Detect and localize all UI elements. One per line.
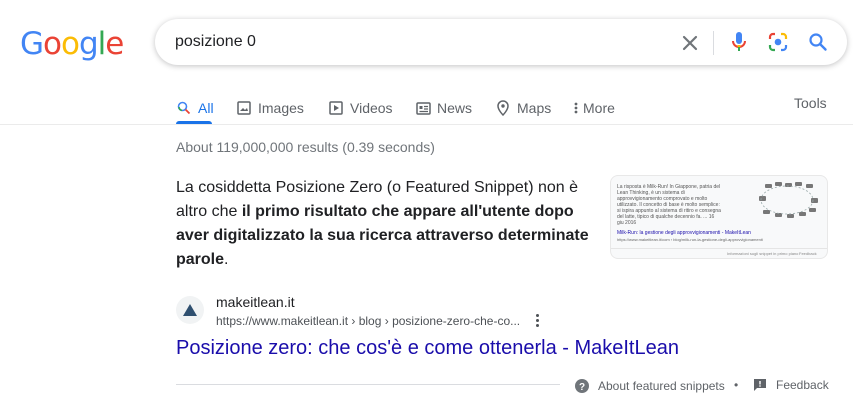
- logo-letter: e: [105, 26, 124, 62]
- feedback-button[interactable]: Feedback: [753, 378, 829, 392]
- logo-letter: G: [20, 26, 44, 62]
- search-input[interactable]: posizione 0: [175, 33, 256, 51]
- search-icon[interactable]: [806, 30, 830, 54]
- tab-maps[interactable]: Maps: [495, 94, 551, 122]
- video-icon: [328, 100, 344, 116]
- tab-label: Videos: [350, 100, 393, 116]
- tab-label: Maps: [517, 100, 552, 116]
- footer-separator: •: [734, 378, 739, 392]
- result-title-link[interactable]: Posizione zero: che cos'è e come ottener…: [176, 337, 679, 360]
- snippet-trail: .: [224, 251, 229, 268]
- milk-run-diagram: [759, 182, 818, 218]
- about-featured-snippets[interactable]: ? About featured snippets: [574, 378, 725, 394]
- tab-label: Images: [258, 100, 304, 116]
- image-icon: [236, 100, 252, 116]
- feedback-label: Feedback: [776, 378, 829, 392]
- camera-lens-icon[interactable]: [766, 30, 790, 54]
- thumbnail-footer: Informazioni sugli snippet in primo pian…: [611, 248, 827, 258]
- logo-letter: l: [97, 26, 107, 62]
- site-name: makeitlean.it: [216, 294, 295, 310]
- logo-letter: o: [61, 26, 80, 62]
- featured-snippet-text: La cosiddetta Posizione Zero (o Featured…: [176, 176, 596, 272]
- tab-all[interactable]: All: [176, 94, 214, 122]
- map-pin-icon: [495, 100, 511, 116]
- help-icon: ?: [574, 378, 590, 394]
- svg-text:?: ?: [579, 382, 585, 393]
- google-logo[interactable]: Google: [20, 26, 124, 62]
- search-divider: [713, 31, 714, 55]
- header-divider: [0, 124, 853, 125]
- tab-news[interactable]: News: [415, 94, 472, 122]
- tab-images[interactable]: Images: [236, 94, 304, 122]
- logo-letter: o: [43, 26, 62, 62]
- thumbnail-text: La risposta è Milk-Run! In Giappone, pat…: [617, 184, 721, 226]
- news-icon: [415, 100, 431, 116]
- more-options-icon[interactable]: [531, 312, 543, 328]
- tab-more[interactable]: More: [573, 94, 615, 122]
- feedback-icon: [753, 378, 767, 392]
- site-favicon: [176, 296, 204, 324]
- search-box[interactable]: posizione 0: [155, 19, 847, 65]
- tab-label: All: [198, 100, 214, 116]
- logo-letter: g: [78, 26, 99, 62]
- search-icon: [176, 100, 192, 116]
- microphone-icon[interactable]: [727, 30, 751, 54]
- thumbnail-link[interactable]: Milk-Run: la gestione degli approvvigion…: [617, 230, 817, 236]
- more-vert-icon: [573, 100, 579, 116]
- close-icon[interactable]: [679, 32, 701, 54]
- about-label: About featured snippets: [598, 379, 725, 393]
- result-stats: About 119,000,000 results (0.39 seconds): [176, 139, 435, 155]
- snippet-thumbnail[interactable]: La risposta è Milk-Run! In Giappone, pat…: [610, 175, 828, 259]
- tab-label: News: [437, 100, 473, 116]
- thumbnail-url: https://www.makeitlean.it/com › blog/mil…: [617, 237, 763, 242]
- tab-videos[interactable]: Videos: [328, 94, 393, 122]
- site-url: https://www.makeitlean.it › blog › posiz…: [216, 314, 521, 328]
- tab-label: More: [583, 100, 615, 116]
- snippet-divider: [176, 384, 560, 385]
- thumbnail-footer-feedback[interactable]: Feedback: [799, 251, 817, 256]
- thumbnail-footer-about[interactable]: Informazioni sugli snippet in primo pian…: [727, 251, 798, 256]
- tools-button[interactable]: Tools: [794, 95, 827, 111]
